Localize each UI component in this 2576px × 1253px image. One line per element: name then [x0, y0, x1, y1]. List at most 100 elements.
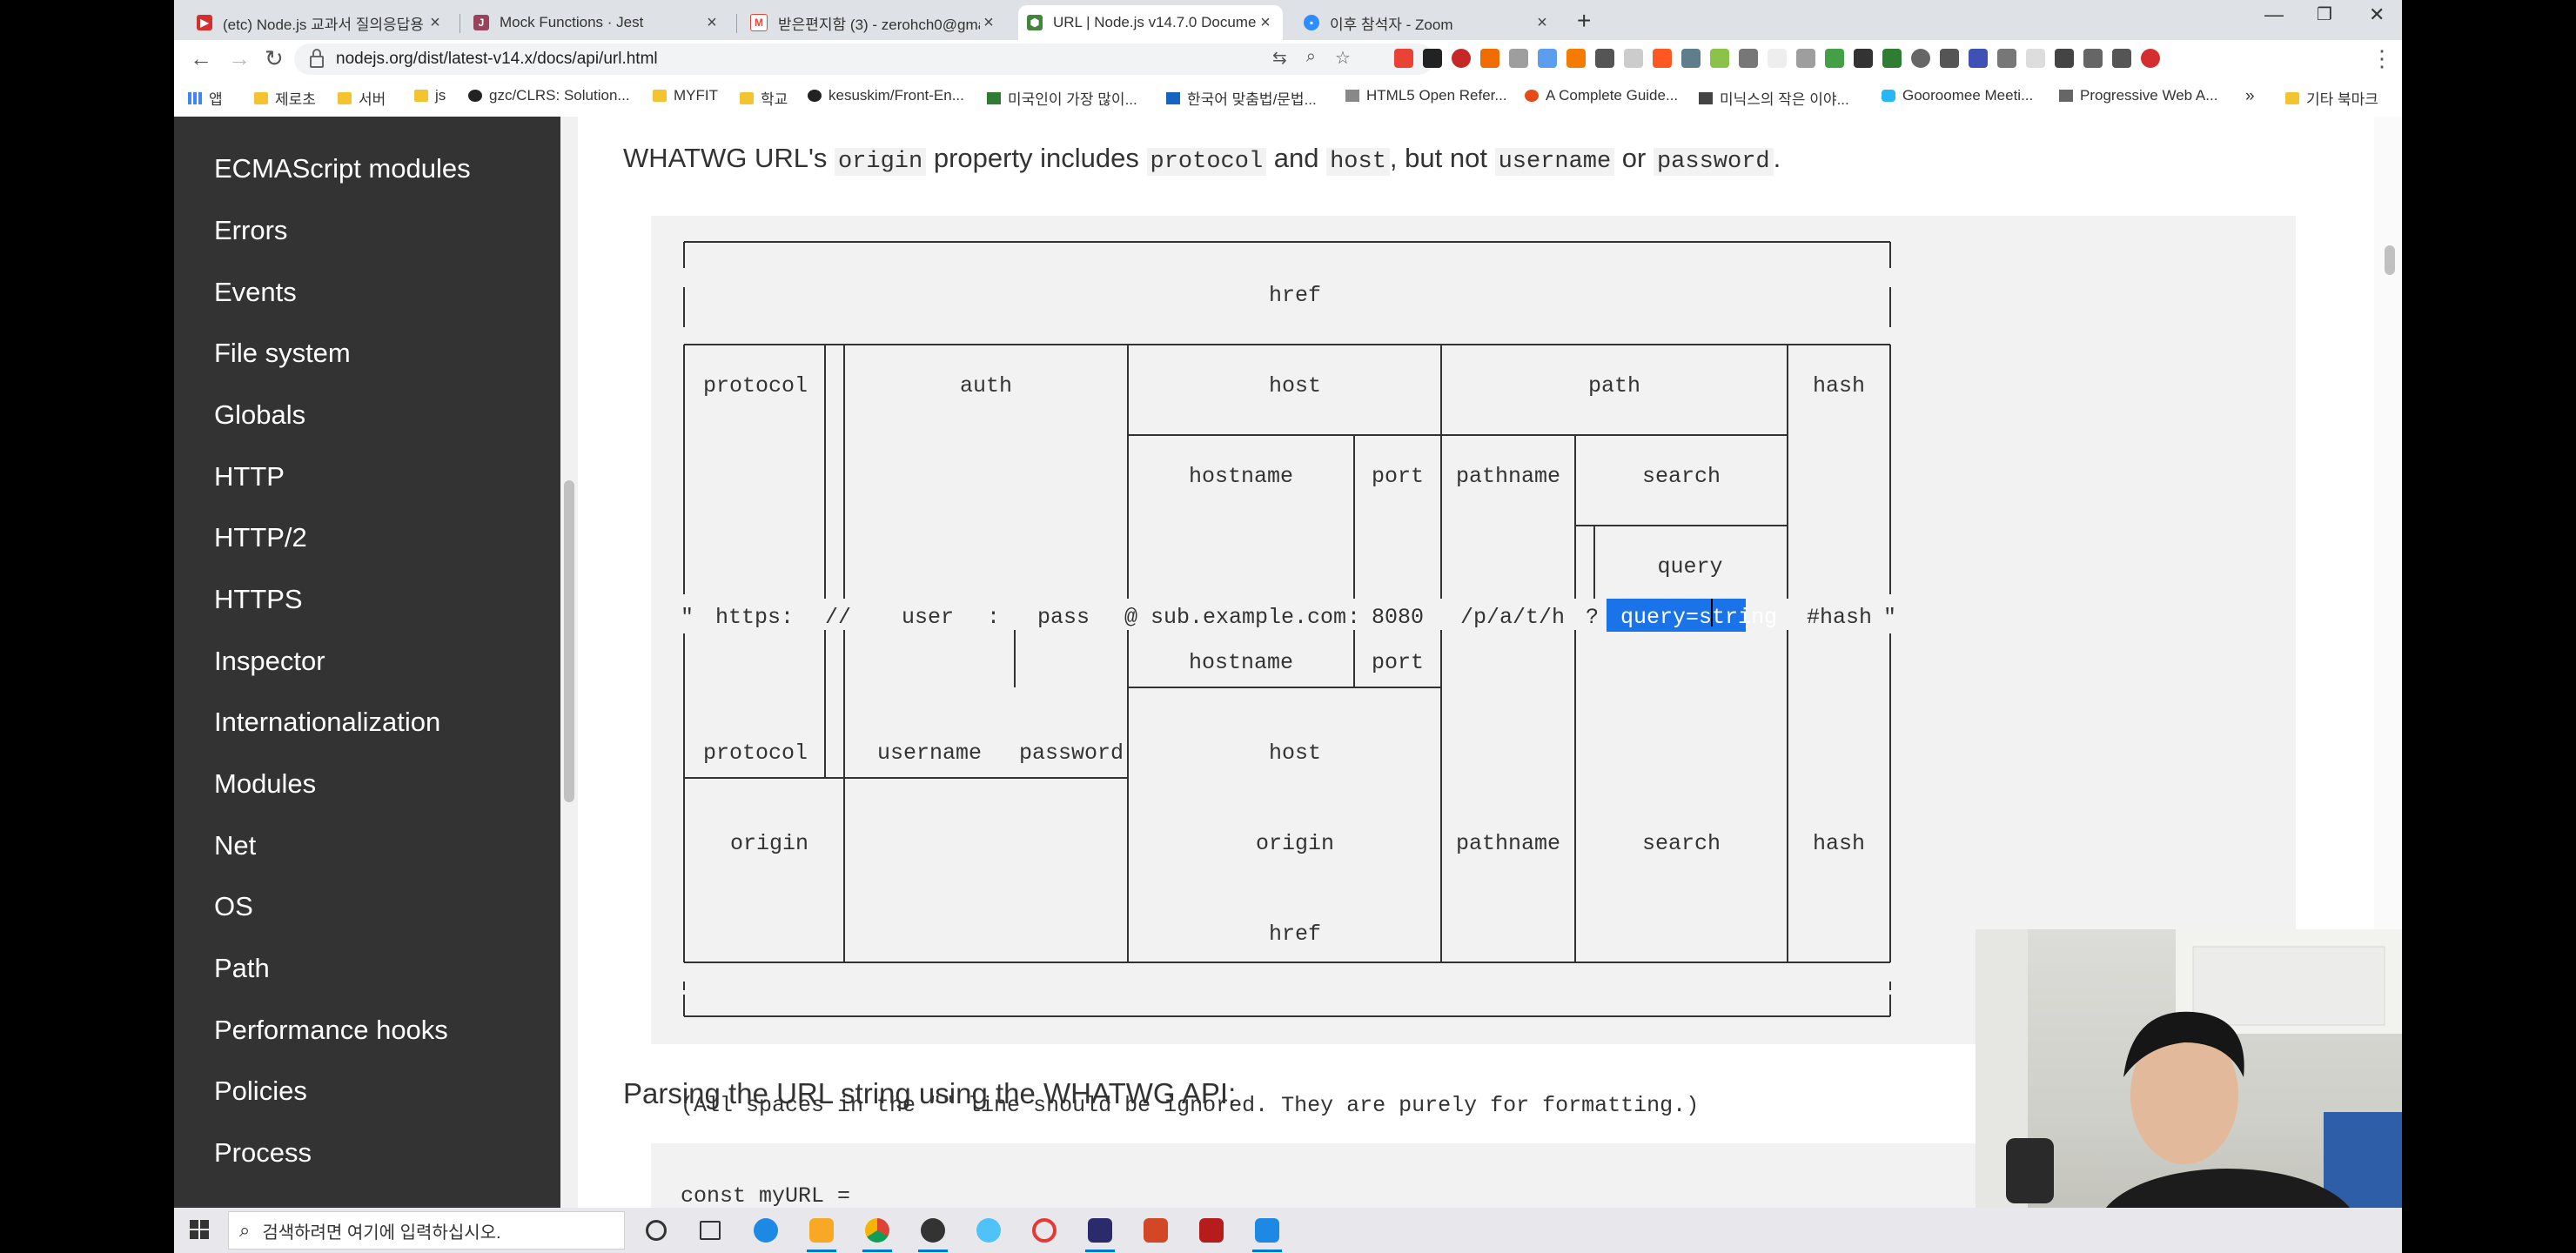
close-icon[interactable]: ×	[703, 13, 721, 33]
bookmark-folder[interactable]: 학교	[740, 87, 788, 109]
extension-icon[interactable]	[1882, 49, 1902, 68]
obs-icon[interactable]	[921, 1218, 945, 1243]
nav-item[interactable]: Path	[214, 953, 270, 984]
zoom-lens-icon[interactable]: ⌕	[1306, 47, 1316, 69]
gmail-extension-icon[interactable]	[1394, 49, 1413, 68]
extension-icon[interactable]	[1423, 49, 1442, 68]
page-scrollbar-thumb[interactable]	[2385, 245, 2395, 275]
tab-zoom[interactable]: ▪ 이후 참석자 - Zoom ×	[1295, 5, 1560, 40]
nav-item[interactable]: HTTP	[214, 461, 285, 492]
url-text[interactable]: nodejs.org/dist/latest-v14.x/docs/api/ur…	[336, 50, 658, 69]
tab-nodejs-book[interactable]: ▶ (etc) Node.js 교과서 질의응답용 ×	[188, 5, 453, 40]
nav-item[interactable]: Inspector	[214, 646, 325, 677]
extension-icon[interactable]	[1653, 49, 1672, 68]
menu-icon[interactable]: ⋮	[2371, 45, 2393, 72]
new-tab-icon[interactable]: +	[1577, 7, 1591, 35]
nav-item[interactable]: Events	[214, 277, 297, 308]
nav-item[interactable]: Modules	[214, 768, 316, 800]
extension-icon[interactable]	[1969, 49, 1988, 68]
nav-item[interactable]: File system	[214, 338, 351, 369]
extension-icon[interactable]	[1624, 49, 1643, 68]
acrobat-icon[interactable]	[1199, 1218, 1224, 1243]
nav-item[interactable]: OS	[214, 891, 253, 922]
reload-icon[interactable]: ↻	[265, 45, 284, 72]
bookmark-folder[interactable]: 제로초	[254, 87, 316, 109]
bookmark-link[interactable]: 한국어 맞춤법/문법...	[1166, 87, 1317, 109]
adblock-icon[interactable]	[1452, 49, 1471, 68]
extension-icon[interactable]	[1825, 49, 1844, 68]
nav-item[interactable]: HTTPS	[214, 584, 303, 615]
nav-item[interactable]: Policies	[214, 1075, 307, 1107]
translate-icon[interactable]: ⇆	[1272, 47, 1287, 69]
file-explorer-icon[interactable]	[809, 1218, 834, 1243]
close-icon[interactable]: ×	[1533, 13, 1551, 33]
close-icon[interactable]: ×	[1257, 13, 1274, 33]
vscode-icon[interactable]	[1255, 1218, 1279, 1243]
windows-start-icon[interactable]	[190, 1220, 209, 1239]
extension-icon[interactable]	[1566, 49, 1586, 68]
bookmark-folder[interactable]: 서버	[338, 87, 386, 109]
webstorm-icon[interactable]	[1088, 1218, 1112, 1243]
extension-icon[interactable]	[1681, 49, 1701, 68]
bookmark-folder[interactable]: js	[414, 87, 446, 104]
forward-icon[interactable]: →	[228, 45, 251, 72]
task-view-icon[interactable]	[700, 1221, 721, 1240]
tab-jest[interactable]: J Mock Functions · Jest ×	[465, 5, 729, 40]
bookmark-folder[interactable]: MYFIT	[653, 87, 718, 104]
extension-icon[interactable]	[1480, 49, 1499, 68]
nav-item[interactable]: Net	[214, 830, 256, 861]
extension-icon[interactable]	[1595, 49, 1614, 68]
cortana-icon[interactable]	[646, 1220, 667, 1241]
extension-icon[interactable]	[1911, 49, 1930, 68]
extension-icon[interactable]	[1796, 49, 1815, 68]
bookmark-link[interactable]: HTML5 Open Refer...	[1345, 87, 1507, 104]
extension-icon[interactable]	[1538, 49, 1557, 68]
close-icon[interactable]: ×	[980, 13, 997, 33]
bookmark-folder[interactable]: 기타 북마크	[2285, 87, 2378, 109]
bookmark-link[interactable]: A Complete Guide...	[1525, 87, 1678, 104]
tab-gmail[interactable]: M 받은편지함 (3) - zerohch0@gma ×	[741, 5, 1006, 40]
bookmark-link[interactable]: Gooroomee Meeti...	[1882, 87, 2033, 104]
tab-nodejs-url[interactable]: ⬢ URL | Node.js v14.7.0 Documen ×	[1018, 5, 1283, 40]
nav-item[interactable]: Globals	[214, 399, 305, 431]
window-close-icon[interactable]: ✕	[2369, 3, 2385, 26]
minimize-icon[interactable]: —	[2264, 3, 2284, 26]
bookmark-link[interactable]: 미국인이 가장 많이...	[987, 87, 1137, 109]
nav-item[interactable]: Performance hooks	[214, 1015, 448, 1046]
nav-item[interactable]: Errors	[214, 215, 287, 246]
extension-icon[interactable]	[1739, 49, 1758, 68]
chrome-icon[interactable]	[865, 1218, 889, 1243]
extension-icon[interactable]	[1509, 49, 1528, 68]
taskbar-search-box[interactable]: ⌕ 검색하려면 여기에 입력하십시오.	[228, 1211, 625, 1250]
bookmark-link[interactable]: Progressive Web A...	[2059, 87, 2217, 104]
sidebar-scrollbar-thumb[interactable]	[564, 480, 574, 802]
address-bar[interactable]: nodejs.org/dist/latest-v14.x/docs/api/ur…	[294, 44, 1434, 75]
nav-item[interactable]: Internationalization	[214, 707, 440, 738]
extension-icon[interactable]	[1997, 49, 2016, 68]
back-icon[interactable]: ←	[190, 45, 212, 72]
bookmarks-overflow[interactable]: »	[2245, 87, 2255, 106]
bookmark-link[interactable]: gzc/CLRS: Solution...	[468, 87, 630, 104]
extension-icon[interactable]	[1710, 49, 1729, 68]
puzzle-icon[interactable]	[2112, 49, 2131, 68]
opera-icon[interactable]	[1032, 1218, 1057, 1243]
extension-icon[interactable]	[2083, 49, 2103, 68]
restore-icon[interactable]: ❐	[2317, 3, 2332, 25]
nav-item[interactable]: HTTP/2	[214, 522, 307, 553]
bookmark-link[interactable]: 미닉스의 작은 이야...	[1699, 87, 1849, 109]
url-query-selected[interactable]: query=string	[1620, 605, 1777, 630]
extension-icon[interactable]	[2026, 49, 2045, 68]
nav-item[interactable]: Process	[214, 1137, 312, 1169]
extension-icon[interactable]	[1768, 49, 1787, 68]
nav-item[interactable]: ECMAScript modules	[214, 153, 471, 184]
extension-icon[interactable]	[2055, 49, 2074, 68]
extension-icon[interactable]	[1940, 49, 1959, 68]
edge-icon[interactable]	[754, 1218, 778, 1243]
close-icon[interactable]: ×	[426, 13, 444, 33]
bookmark-link[interactable]: kesuskim/Front-En...	[808, 87, 964, 104]
powerpoint-icon[interactable]	[1144, 1218, 1168, 1243]
bookmark-apps[interactable]: 앱	[188, 87, 223, 109]
star-icon[interactable]: ☆	[1335, 47, 1351, 69]
extension-icon[interactable]	[1854, 49, 1873, 68]
browser-icon[interactable]	[976, 1218, 1001, 1243]
